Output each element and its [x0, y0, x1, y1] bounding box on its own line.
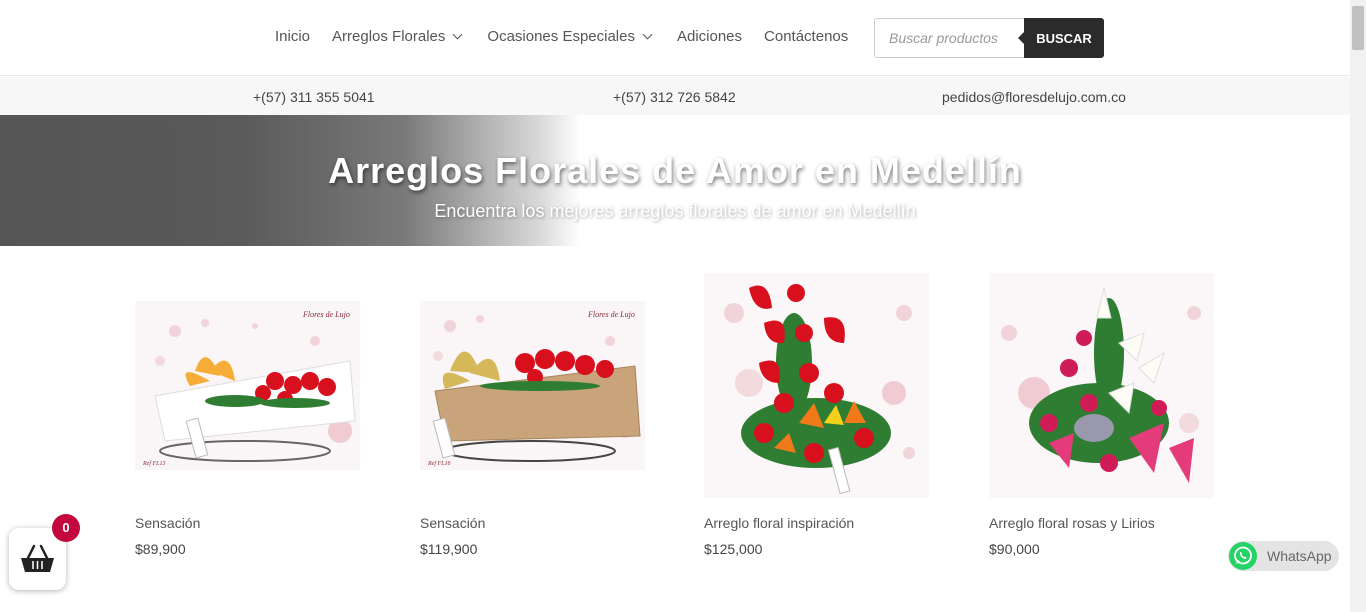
phone-1[interactable]: +(57) 311 355 5041: [253, 89, 375, 105]
scrollbar-thumb[interactable]: [1352, 6, 1364, 50]
product-name[interactable]: Arreglo floral inspiración: [704, 515, 854, 531]
contact-bar: +(57) 311 355 5041 +(57) 312 726 5842 pe…: [0, 77, 1350, 115]
cart-count-badge: 0: [52, 514, 80, 542]
product-image[interactable]: [989, 273, 1214, 498]
nav-inicio-label: Inicio: [275, 28, 311, 45]
whatsapp-icon: [1229, 542, 1257, 570]
page-scrollbar[interactable]: [1350, 0, 1366, 612]
contact-email[interactable]: pedidos@floresdelujo.com.co: [942, 89, 1126, 105]
product-price: $90,000: [989, 541, 1040, 557]
search-button[interactable]: BUSCAR: [1018, 18, 1104, 58]
product-ref-text: Ref FL16: [427, 460, 451, 467]
nav-ocasiones-especiales-label: Ocasiones Especiales: [487, 28, 635, 45]
whatsapp-button[interactable]: WhatsApp: [1228, 541, 1339, 571]
nav-contactenos[interactable]: Contáctenos: [764, 28, 848, 45]
chevron-down-icon: [642, 29, 653, 40]
brand-logo-text: Flores de Lujo: [587, 310, 635, 319]
brand-logo-text: Flores de Lujo: [302, 310, 350, 319]
page-subtitle: Encuentra los mejores arreglos florales …: [434, 201, 916, 221]
product-search: BUSCAR: [874, 18, 1104, 58]
product-name[interactable]: Sensación: [420, 515, 485, 531]
product-price: $125,000: [704, 541, 763, 557]
product-image[interactable]: [704, 273, 929, 498]
phone-2[interactable]: +(57) 312 726 5842: [613, 89, 736, 105]
nav-contactenos-label: Contáctenos: [764, 28, 849, 45]
nav-arreglos-florales-label: Arreglos Florales: [332, 28, 446, 45]
product-ref-text: Ref FL13: [142, 460, 166, 467]
product-image[interactable]: Flores de Lujo Ref FL13: [135, 301, 360, 470]
main-nav: Inicio Arreglos Florales Ocasiones Espec…: [275, 28, 848, 45]
product-image[interactable]: Flores de Lujo Ref FL16: [420, 301, 645, 470]
nav-inicio[interactable]: Inicio: [275, 28, 310, 45]
page-title: Arreglos Florales de Amor en Medellín: [328, 150, 1022, 191]
product-price: $89,900: [135, 541, 186, 557]
search-input[interactable]: [874, 18, 1024, 58]
whatsapp-label: WhatsApp: [1267, 548, 1332, 564]
product-name[interactable]: Arreglo floral rosas y Lirios: [989, 515, 1155, 531]
nav-adiciones-label: Adiciones: [676, 28, 743, 45]
nav-adiciones[interactable]: Adiciones: [677, 28, 742, 45]
product-name[interactable]: Sensación: [135, 515, 200, 531]
chevron-down-icon: [452, 29, 463, 40]
hero-banner: Arreglos Florales de Amor en Medellín En…: [0, 115, 1350, 246]
site-header: Inicio Arreglos Florales Ocasiones Espec…: [0, 0, 1350, 76]
product-price: $119,900: [420, 541, 478, 557]
nav-arreglos-florales[interactable]: Arreglos Florales: [332, 28, 463, 45]
nav-ocasiones-especiales[interactable]: Ocasiones Especiales: [487, 28, 653, 45]
